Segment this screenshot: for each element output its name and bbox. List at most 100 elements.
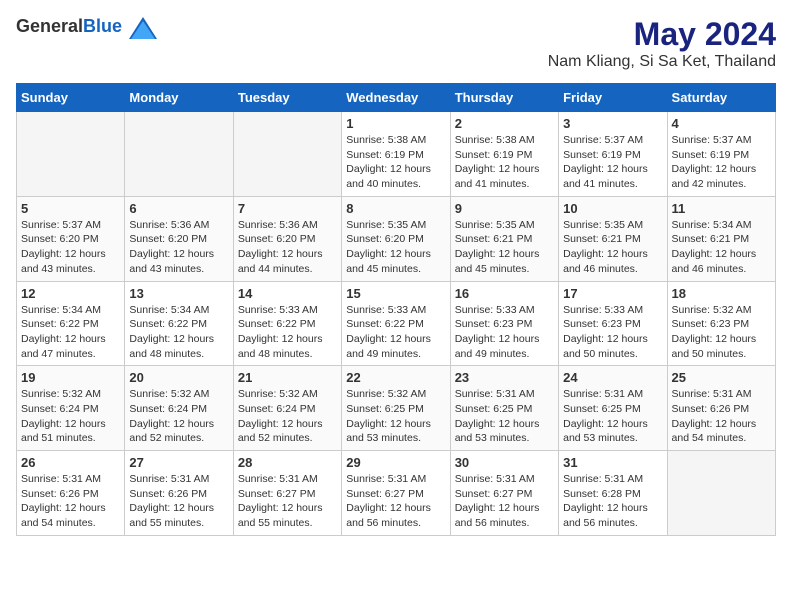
day-number: 9 [455,201,554,216]
day-info: Sunrise: 5:34 AMSunset: 6:22 PMDaylight:… [129,303,228,362]
day-number: 6 [129,201,228,216]
day-number: 27 [129,455,228,470]
day-number: 14 [238,286,337,301]
day-info: Sunrise: 5:31 AMSunset: 6:27 PMDaylight:… [238,472,337,531]
day-number: 10 [563,201,662,216]
weekday-header: Thursday [450,84,558,112]
calendar-cell [125,112,233,197]
day-number: 24 [563,370,662,385]
logo-content: GeneralBlue [16,16,157,39]
day-info: Sunrise: 5:37 AMSunset: 6:19 PMDaylight:… [672,133,771,192]
day-info: Sunrise: 5:31 AMSunset: 6:25 PMDaylight:… [563,387,662,446]
weekday-header: Saturday [667,84,775,112]
day-number: 11 [672,201,771,216]
day-info: Sunrise: 5:31 AMSunset: 6:27 PMDaylight:… [346,472,445,531]
day-number: 7 [238,201,337,216]
calendar-header: SundayMondayTuesdayWednesdayThursdayFrid… [17,84,776,112]
day-number: 16 [455,286,554,301]
day-info: Sunrise: 5:38 AMSunset: 6:19 PMDaylight:… [455,133,554,192]
calendar-table: SundayMondayTuesdayWednesdayThursdayFrid… [16,83,776,536]
calendar-cell: 18 Sunrise: 5:32 AMSunset: 6:23 PMDayligh… [667,281,775,366]
calendar-cell: 17Sunrise: 5:33 AMSunset: 6:23 PMDayligh… [559,281,667,366]
calendar-cell: 8Sunrise: 5:35 AMSunset: 6:20 PMDaylight… [342,196,450,281]
calendar-cell: 5 Sunrise: 5:37 AMSunset: 6:20 PMDaylight… [17,196,125,281]
calendar-cell: 19 Sunrise: 5:32 AMSunset: 6:24 PMDayligh… [17,366,125,451]
calendar-cell [667,451,775,536]
day-info: Sunrise: 5:37 AMSunset: 6:20 PMDaylight:… [21,218,120,277]
day-info: Sunrise: 5:31 AMSunset: 6:28 PMDaylight:… [563,472,662,531]
day-number: 31 [563,455,662,470]
day-number: 17 [563,286,662,301]
day-number: 18 [672,286,771,301]
calendar-cell: 12 Sunrise: 5:34 AMSunset: 6:22 PMDayligh… [17,281,125,366]
calendar-cell: 4 Sunrise: 5:37 AMSunset: 6:19 PMDaylight… [667,112,775,197]
day-info: Sunrise: 5:31 AMSunset: 6:27 PMDaylight:… [455,472,554,531]
weekday-header: Friday [559,84,667,112]
day-info: Sunrise: 5:32 AMSunset: 6:24 PMDaylight:… [129,387,228,446]
day-number: 13 [129,286,228,301]
calendar-cell: 3 Sunrise: 5:37 AMSunset: 6:19 PMDaylight… [559,112,667,197]
weekday-header: Tuesday [233,84,341,112]
day-number: 30 [455,455,554,470]
day-number: 23 [455,370,554,385]
weekday-header: Wednesday [342,84,450,112]
day-info: Sunrise: 5:36 AMSunset: 6:20 PMDaylight:… [238,218,337,277]
weekday-header: Monday [125,84,233,112]
day-info: Sunrise: 5:33 AMSunset: 6:22 PMDaylight:… [238,303,337,362]
calendar-cell: 16 Sunrise: 5:33 AMSunset: 6:23 PMDayligh… [450,281,558,366]
day-number: 2 [455,116,554,131]
day-number: 26 [21,455,120,470]
day-info: Sunrise: 5:32 AMSunset: 6:25 PMDaylight:… [346,387,445,446]
day-info: Sunrise: 5:31 AMSunset: 6:26 PMDaylight:… [672,387,771,446]
title-block: May 2024 Nam Kliang, Si Sa Ket, Thailand [548,16,776,79]
day-info: Sunrise: 5:31 AMSunset: 6:26 PMDaylight:… [129,472,228,531]
day-number: 12 [21,286,120,301]
day-info: Sunrise: 5:35 AMSunset: 6:21 PMDaylight:… [563,218,662,277]
calendar-cell: 26Sunrise: 5:31 AMSunset: 6:26 PMDayligh… [17,451,125,536]
day-number: 25 [672,370,771,385]
location-title: Nam Kliang, Si Sa Ket, Thailand [548,53,776,71]
logo-icon [129,17,157,39]
day-info: Sunrise: 5:37 AMSunset: 6:19 PMDaylight:… [563,133,662,192]
calendar-cell: 24 Sunrise: 5:31 AMSunset: 6:25 PMDayligh… [559,366,667,451]
calendar-cell: 11 Sunrise: 5:34 AMSunset: 6:21 PMDayligh… [667,196,775,281]
day-number: 3 [563,116,662,131]
calendar-cell: 28Sunrise: 5:31 AMSunset: 6:27 PMDayligh… [233,451,341,536]
calendar-cell: 14 Sunrise: 5:33 AMSunset: 6:22 PMDayligh… [233,281,341,366]
calendar-cell [233,112,341,197]
calendar-cell: 7 Sunrise: 5:36 AMSunset: 6:20 PMDaylight… [233,196,341,281]
day-info: Sunrise: 5:32 AMSunset: 6:24 PMDaylight:… [21,387,120,446]
calendar-cell: 21Sunrise: 5:32 AMSunset: 6:24 PMDayligh… [233,366,341,451]
calendar-week-row: 5 Sunrise: 5:37 AMSunset: 6:20 PMDaylight… [17,196,776,281]
calendar-cell: 27 Sunrise: 5:31 AMSunset: 6:26 PMDayligh… [125,451,233,536]
day-info: Sunrise: 5:38 AMSunset: 6:19 PMDaylight:… [346,133,445,192]
calendar-cell [17,112,125,197]
day-info: Sunrise: 5:31 AMSunset: 6:25 PMDaylight:… [455,387,554,446]
calendar-cell: 30 Sunrise: 5:31 AMSunset: 6:27 PMDayligh… [450,451,558,536]
day-number: 1 [346,116,445,131]
day-info: Sunrise: 5:35 AMSunset: 6:21 PMDaylight:… [455,218,554,277]
calendar-week-row: 1 Sunrise: 5:38 AMSunset: 6:19 PMDaylight… [17,112,776,197]
calendar-cell: 20Sunrise: 5:32 AMSunset: 6:24 PMDayligh… [125,366,233,451]
calendar-cell: 2 Sunrise: 5:38 AMSunset: 6:19 PMDaylight… [450,112,558,197]
calendar-body: 1 Sunrise: 5:38 AMSunset: 6:19 PMDaylight… [17,112,776,536]
day-number: 22 [346,370,445,385]
day-number: 4 [672,116,771,131]
day-info: Sunrise: 5:33 AMSunset: 6:22 PMDaylight:… [346,303,445,362]
day-number: 29 [346,455,445,470]
calendar-cell: 1 Sunrise: 5:38 AMSunset: 6:19 PMDaylight… [342,112,450,197]
day-info: Sunrise: 5:33 AMSunset: 6:23 PMDaylight:… [455,303,554,362]
calendar-cell: 29 Sunrise: 5:31 AMSunset: 6:27 PMDayligh… [342,451,450,536]
day-info: Sunrise: 5:32 AMSunset: 6:23 PMDaylight:… [672,303,771,362]
day-info: Sunrise: 5:34 AMSunset: 6:22 PMDaylight:… [21,303,120,362]
day-number: 5 [21,201,120,216]
calendar-cell: 23 Sunrise: 5:31 AMSunset: 6:25 PMDayligh… [450,366,558,451]
header: GeneralBlue May 2024 Nam Kliang, Si Sa K… [16,16,776,79]
day-number: 19 [21,370,120,385]
calendar-cell: 25 Sunrise: 5:31 AMSunset: 6:26 PMDayligh… [667,366,775,451]
calendar-cell: 22 Sunrise: 5:32 AMSunset: 6:25 PMDayligh… [342,366,450,451]
calendar-cell: 9 Sunrise: 5:35 AMSunset: 6:21 PMDaylight… [450,196,558,281]
day-info: Sunrise: 5:34 AMSunset: 6:21 PMDaylight:… [672,218,771,277]
weekday-row: SundayMondayTuesdayWednesdayThursdayFrid… [17,84,776,112]
day-info: Sunrise: 5:35 AMSunset: 6:20 PMDaylight:… [346,218,445,277]
